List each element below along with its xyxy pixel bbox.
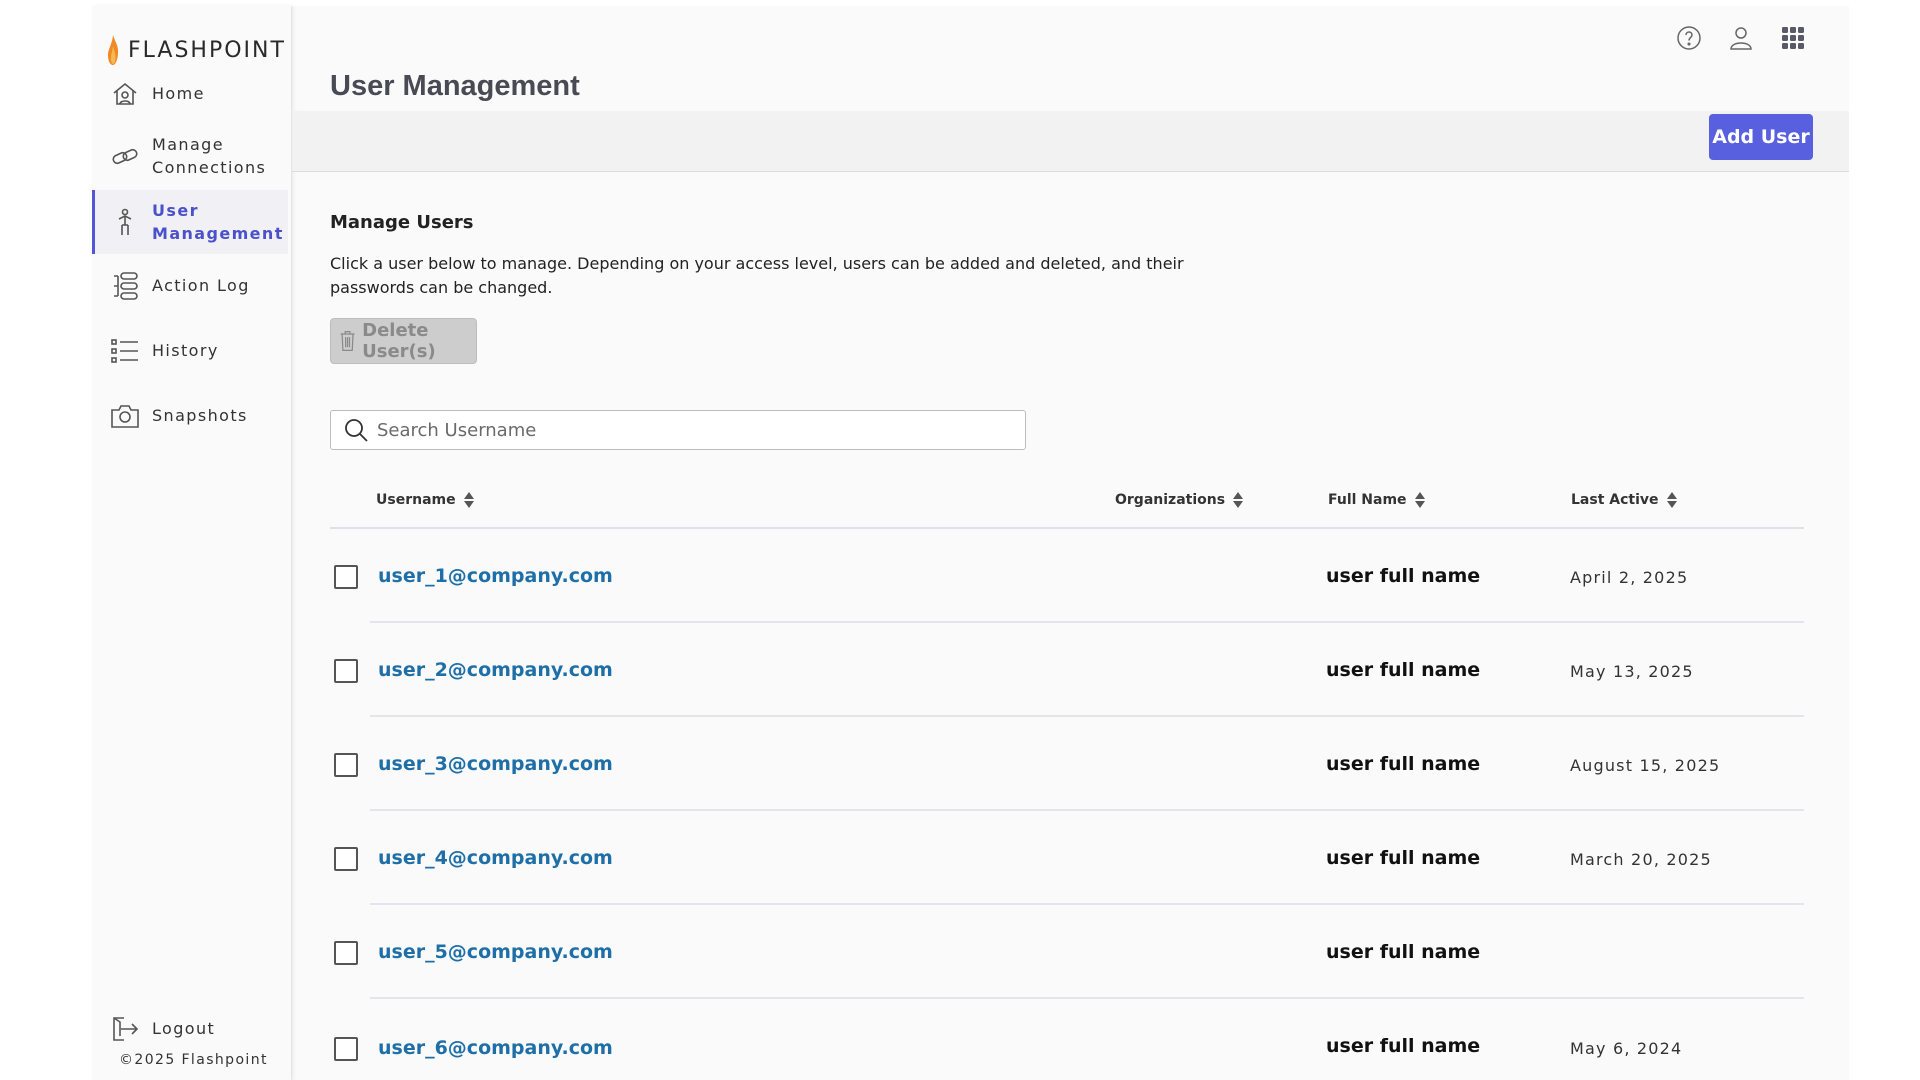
logo: FLASHPOINT [106, 34, 286, 66]
header-icons [1673, 22, 1809, 54]
action-log-icon [114, 272, 138, 300]
username-link[interactable]: user_3@company.com [378, 753, 613, 775]
column-header-label: Organizations [1115, 492, 1226, 508]
table-row[interactable]: user_1@company.com user full name April … [330, 529, 1804, 623]
sidebar-item-manage-connections[interactable]: Manage Connections [92, 124, 288, 188]
sidebar-item-home[interactable]: Home [92, 72, 288, 116]
link-icon [112, 148, 138, 165]
column-header-full-name[interactable]: Full Name [1328, 491, 1425, 509]
add-user-button[interactable]: Add User [1709, 114, 1813, 160]
column-header-label: Full Name [1328, 492, 1407, 508]
username-link[interactable]: user_6@company.com [378, 1037, 613, 1059]
table-row[interactable]: user_6@company.com user full name May 6,… [330, 999, 1804, 1080]
table-row[interactable]: user_2@company.com user full name May 13… [330, 623, 1804, 717]
row-checkbox[interactable] [334, 847, 358, 871]
row-checkbox[interactable] [334, 1037, 358, 1061]
username-link[interactable]: user_5@company.com [378, 941, 613, 963]
sort-icon [463, 492, 474, 508]
row-checkbox[interactable] [334, 659, 358, 683]
logout-label: Logout [152, 1019, 216, 1038]
full-name: user full name [1326, 753, 1481, 775]
column-header-label: Username [376, 492, 456, 508]
person-icon [118, 208, 132, 235]
app-window: FLASHPOINT Home Manage Connections User … [92, 6, 1849, 1080]
search-input[interactable] [377, 419, 997, 441]
username-link[interactable]: user_4@company.com [378, 847, 613, 869]
copyright: ©2025 Flashpoint [119, 1052, 268, 1068]
logout-button[interactable]: Logout [92, 1011, 288, 1047]
help-icon[interactable] [1673, 22, 1705, 54]
last-active: April 2, 2025 [1570, 568, 1689, 587]
sidebar-item-label: User Management [152, 201, 284, 243]
full-name: user full name [1326, 565, 1481, 587]
row-checkbox[interactable] [334, 941, 358, 965]
sidebar-item-label: Manage Connections [152, 135, 267, 177]
brand-name: FLASHPOINT [128, 37, 286, 63]
delete-users-button[interactable]: Delete User(s) [330, 318, 477, 364]
sidebar-item-history[interactable]: History [92, 329, 288, 373]
sidebar-item-label: Action Log [152, 276, 250, 295]
column-header-label: Last Active [1571, 492, 1659, 508]
last-active: August 15, 2025 [1570, 756, 1721, 775]
sidebar-item-user-management[interactable]: User Management [92, 190, 288, 254]
sort-icon [1666, 492, 1677, 508]
sort-icon [1414, 492, 1425, 508]
column-header-organizations[interactable]: Organizations [1115, 491, 1244, 509]
main-content: User Management Add User Manage Users Cl… [292, 6, 1849, 1080]
section-title: Manage Users [330, 212, 474, 233]
table-row[interactable]: user_5@company.com user full name [330, 905, 1804, 999]
full-name: user full name [1326, 847, 1481, 869]
home-icon [113, 82, 137, 105]
user-icon[interactable] [1725, 22, 1757, 54]
column-header-username[interactable]: Username [376, 491, 474, 509]
last-active: May 6, 2024 [1570, 1039, 1683, 1058]
table-header: Username Organizations Full Name Last Ac… [330, 474, 1804, 529]
logout-icon [113, 1017, 139, 1041]
search-icon [345, 419, 368, 442]
sidebar-item-label: Home [152, 84, 205, 103]
username-link[interactable]: user_1@company.com [378, 565, 613, 587]
page-title: User Management [330, 70, 580, 102]
column-header-last-active[interactable]: Last Active [1571, 491, 1677, 509]
sort-icon [1233, 492, 1244, 508]
full-name: user full name [1326, 941, 1481, 963]
row-checkbox[interactable] [334, 565, 358, 589]
sidebar-item-label: Snapshots [152, 406, 248, 425]
apps-grid-icon[interactable] [1777, 22, 1809, 54]
table-row[interactable]: user_3@company.com user full name August… [330, 717, 1804, 811]
list-icon [111, 339, 138, 363]
sidebar-item-label: History [152, 341, 219, 360]
trash-icon [340, 331, 355, 351]
camera-icon [111, 405, 139, 428]
full-name: user full name [1326, 659, 1481, 681]
sidebar-item-action-log[interactable]: Action Log [92, 264, 288, 308]
delete-users-label: Delete User(s) [362, 320, 436, 362]
username-link[interactable]: user_2@company.com [378, 659, 613, 681]
sidebar-item-snapshots[interactable]: Snapshots [92, 394, 288, 438]
table-row[interactable]: user_4@company.com user full name March … [330, 811, 1804, 905]
section-description: Click a user below to manage. Depending … [330, 254, 1184, 297]
flame-icon [108, 35, 119, 65]
row-checkbox[interactable] [334, 753, 358, 777]
search-box [330, 410, 1026, 450]
full-name: user full name [1326, 1035, 1481, 1057]
last-active: March 20, 2025 [1570, 850, 1712, 869]
sidebar: FLASHPOINT Home Manage Connections User … [92, 6, 292, 1080]
toolbar: Add User [292, 111, 1849, 172]
last-active: May 13, 2025 [1570, 662, 1694, 681]
